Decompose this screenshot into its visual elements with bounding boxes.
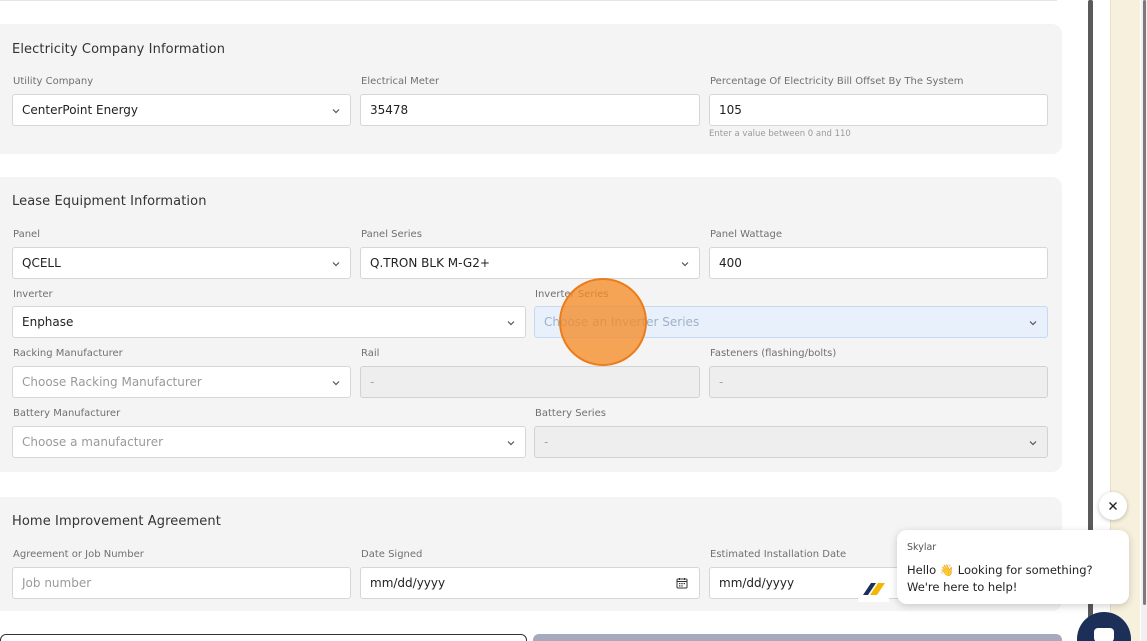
panel-wattage-value: 400 — [719, 256, 742, 270]
chat-message: Hello 👋 Looking for something? We're her… — [907, 563, 1093, 594]
battery-manufacturer-label: Battery Manufacturer — [13, 408, 121, 419]
calendar-icon[interactable] — [676, 577, 688, 589]
submit-button[interactable] — [533, 634, 1062, 641]
brand-logo-icon — [858, 576, 889, 602]
page: Electricity Company Information Utility … — [0, 0, 1147, 641]
panel-wattage-label: Panel Wattage — [710, 229, 783, 240]
install-date-value: mm/dd/yyyy — [719, 576, 795, 590]
chat-icon — [1094, 628, 1114, 641]
fasteners-label: Fasteners (flashing/bolts) — [710, 348, 837, 359]
panel-wattage-input[interactable]: 400 — [709, 247, 1048, 279]
chat-close-button[interactable] — [1099, 492, 1127, 520]
bill-offset-label: Percentage Of Electricity Bill Offset By… — [710, 76, 964, 87]
rail-input[interactable]: - — [360, 366, 700, 398]
panel-series-label: Panel Series — [361, 229, 422, 240]
utility-company-label: Utility Company — [13, 76, 94, 87]
electrical-meter-input[interactable]: 35478 — [360, 94, 700, 126]
panel-select[interactable]: QCELL — [12, 247, 351, 279]
bill-offset-value: 105 — [719, 103, 742, 117]
inverter-select[interactable]: Enphase — [12, 306, 526, 338]
electricity-section: Electricity Company Information Utility … — [0, 24, 1062, 154]
fasteners-value: - — [719, 375, 724, 389]
job-number-placeholder: Job number — [22, 576, 92, 590]
panel-series-value: Q.TRON BLK M-G2+ — [370, 256, 490, 270]
job-number-input[interactable]: Job number — [12, 567, 351, 599]
electrical-meter-label: Electrical Meter — [361, 76, 440, 87]
racking-placeholder: Choose Racking Manufacturer — [22, 375, 202, 389]
chevron-down-icon — [332, 381, 340, 386]
panel-value: QCELL — [22, 256, 61, 270]
battery-manufacturer-placeholder: Choose a manufacturer — [22, 435, 164, 449]
chat-agent-name: Skylar — [907, 542, 937, 553]
rail-label: Rail — [361, 348, 380, 359]
chevron-down-icon — [507, 321, 515, 326]
bill-offset-input[interactable]: 105 — [709, 94, 1048, 126]
section-title: Home Improvement Agreement — [12, 514, 221, 529]
section-title: Lease Equipment Information — [12, 194, 207, 209]
chat-message-bubble[interactable]: Skylar Hello 👋 Looking for something? We… — [897, 530, 1129, 604]
battery-series-select[interactable]: - — [534, 426, 1048, 458]
chevron-down-icon — [332, 109, 340, 114]
panel-series-select[interactable]: Q.TRON BLK M-G2+ — [360, 247, 700, 279]
utility-company-value: CenterPoint Energy — [22, 103, 139, 117]
bill-offset-help: Enter a value between 0 and 110 — [709, 129, 851, 139]
close-icon — [1109, 502, 1117, 510]
chevron-down-icon — [507, 441, 515, 446]
inverter-label: Inverter — [13, 289, 53, 300]
battery-series-value: - — [544, 435, 549, 449]
chevron-down-icon — [1029, 321, 1037, 326]
utility-company-select[interactable]: CenterPoint Energy — [12, 94, 351, 126]
chevron-down-icon — [1029, 441, 1037, 446]
fasteners-input[interactable]: - — [709, 366, 1048, 398]
battery-series-label: Battery Series — [535, 408, 606, 419]
date-signed-label: Date Signed — [361, 549, 423, 560]
rail-value: - — [370, 375, 375, 389]
click-indicator — [559, 278, 647, 366]
install-date-label: Estimated Installation Date — [710, 549, 847, 560]
divider — [0, 0, 1057, 1]
back-button[interactable] — [0, 634, 527, 641]
battery-manufacturer-select[interactable]: Choose a manufacturer — [12, 426, 526, 458]
electrical-meter-value: 35478 — [370, 103, 409, 117]
date-signed-value: mm/dd/yyyy — [370, 576, 446, 590]
section-title: Electricity Company Information — [12, 42, 226, 57]
panel-label: Panel — [13, 229, 40, 240]
chevron-down-icon — [681, 262, 689, 267]
date-signed-input[interactable]: mm/dd/yyyy — [360, 567, 700, 599]
job-number-label: Agreement or Job Number — [13, 549, 144, 560]
racking-label: Racking Manufacturer — [13, 348, 123, 359]
window-scrollbar-thumb[interactable] — [1143, 0, 1146, 605]
inverter-value: Enphase — [22, 315, 74, 329]
chevron-down-icon — [332, 262, 340, 267]
racking-select[interactable]: Choose Racking Manufacturer — [12, 366, 351, 398]
lease-section: Lease Equipment Information Panel QCELL … — [0, 177, 1062, 472]
